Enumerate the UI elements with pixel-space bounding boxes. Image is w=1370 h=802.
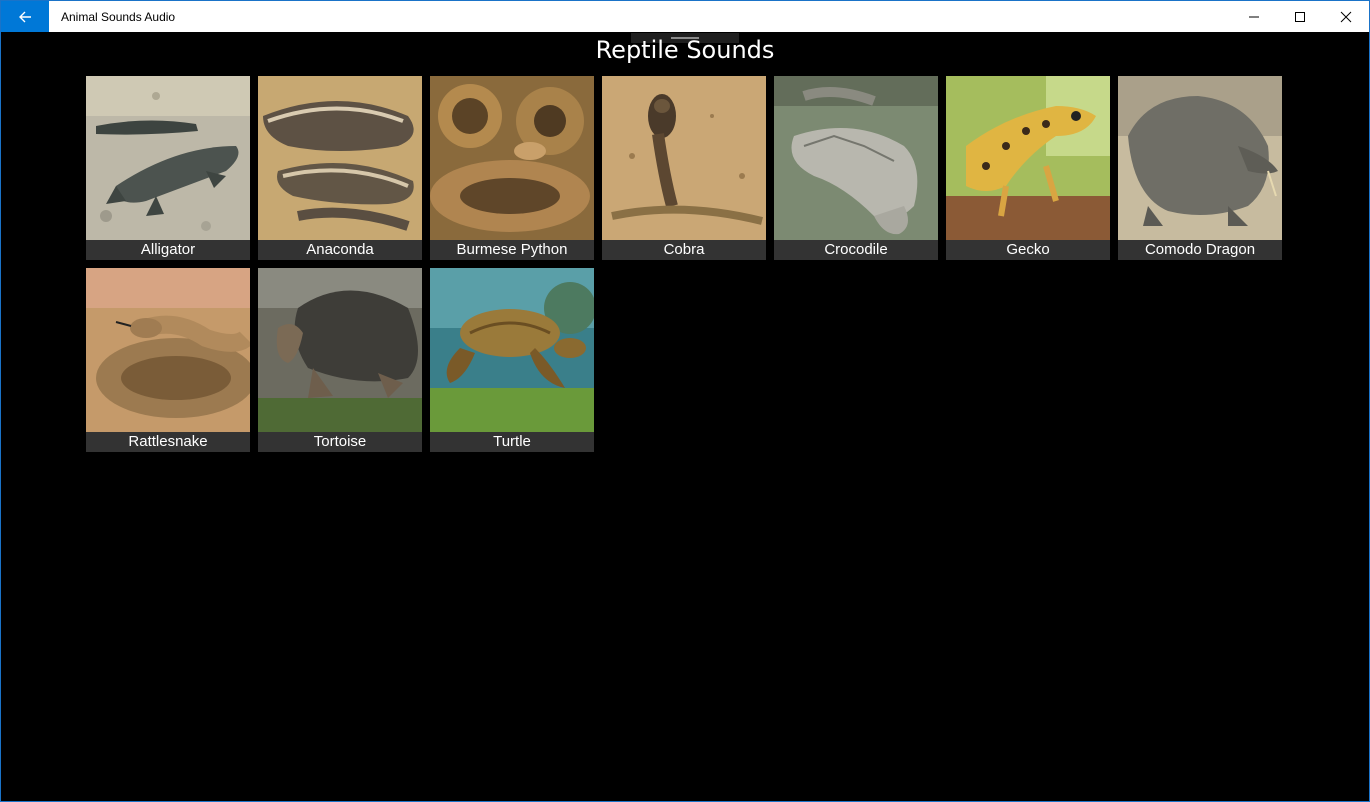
tile-tortoise[interactable]: Tortoise <box>258 268 422 452</box>
minimize-icon <box>1249 16 1259 17</box>
page-title: Reptile Sounds <box>595 36 775 64</box>
gecko-image <box>946 76 1110 240</box>
animal-grid: Alligator Anaconda Burmese Python Cobra … <box>86 76 1296 452</box>
tile-anaconda[interactable]: Anaconda <box>258 76 422 260</box>
burmese-python-image <box>430 76 594 240</box>
cobra-image <box>602 76 766 240</box>
tile-gecko[interactable]: Gecko <box>946 76 1110 260</box>
tile-label: Turtle <box>430 432 594 452</box>
tile-label: Comodo Dragon <box>1118 240 1282 260</box>
tile-cobra[interactable]: Cobra <box>602 76 766 260</box>
back-arrow-icon <box>19 11 31 22</box>
tile-turtle[interactable]: Turtle <box>430 268 594 452</box>
rattlesnake-image <box>86 268 250 432</box>
tile-rattlesnake[interactable]: Rattlesnake <box>86 268 250 452</box>
tortoise-image <box>258 268 422 432</box>
minimize-button[interactable] <box>1231 1 1277 32</box>
tile-crocodile[interactable]: Crocodile <box>774 76 938 260</box>
app-title: Animal Sounds Audio <box>61 9 176 24</box>
tile-label: Anaconda <box>258 240 422 260</box>
turtle-image <box>430 268 594 432</box>
tile-label: Gecko <box>946 240 1110 260</box>
alligator-image <box>86 76 250 240</box>
close-button[interactable] <box>1323 1 1369 32</box>
tile-alligator[interactable]: Alligator <box>86 76 250 260</box>
maximize-button[interactable] <box>1277 1 1323 32</box>
crocodile-image <box>774 76 938 240</box>
tile-label: Burmese Python <box>430 240 594 260</box>
tile-label: Alligator <box>86 240 250 260</box>
maximize-icon <box>1295 11 1305 22</box>
close-icon <box>1340 11 1352 22</box>
anaconda-image <box>258 76 422 240</box>
tile-label: Tortoise <box>258 432 422 452</box>
tile-burmese-python[interactable]: Burmese Python <box>430 76 594 260</box>
tile-label: Rattlesnake <box>86 432 250 452</box>
app-window: Animal Sounds Audio Reptile Sounds Allig… <box>0 0 1370 802</box>
comodo-dragon-image <box>1118 76 1282 240</box>
tile-label: Crocodile <box>774 240 938 260</box>
title-bar[interactable]: Animal Sounds Audio <box>1 1 1369 32</box>
back-button[interactable] <box>1 1 49 32</box>
tile-label: Cobra <box>602 240 766 260</box>
tile-comodo-dragon[interactable]: Comodo Dragon <box>1118 76 1282 260</box>
